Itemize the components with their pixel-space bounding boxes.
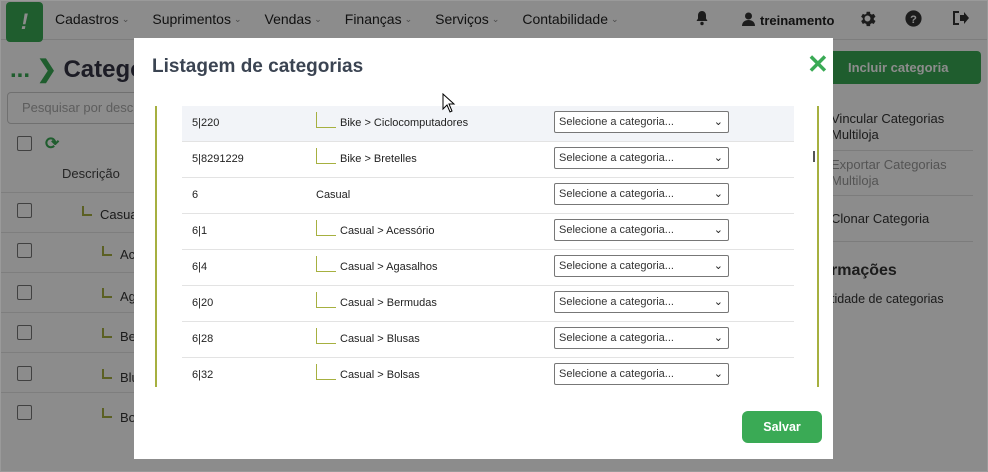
category-name: Casual > Bolsas: [340, 369, 420, 381]
select-value: Selecione a categoria...: [559, 152, 674, 164]
category-select[interactable]: Selecione a categoria... ⌄: [554, 183, 729, 205]
tree-branch-icon: [316, 148, 336, 164]
chevron-down-icon: ⌄: [713, 224, 723, 236]
tree-branch-icon: [316, 112, 336, 128]
category-table: 5|220 Bike > Ciclocomputadores Selecione…: [182, 106, 794, 387]
category-name: Bike > Bretelles: [340, 153, 417, 165]
category-code: 6|32: [192, 369, 214, 381]
category-name: Bike > Ciclocomputadores: [340, 117, 469, 129]
tree-branch-icon: [316, 292, 336, 308]
category-name: Casual > Agasalhos: [340, 261, 438, 273]
scroll-area-border: [155, 106, 157, 387]
close-icon[interactable]: ✕: [807, 51, 829, 77]
category-code: 5|220: [192, 117, 220, 129]
category-code: 6|1: [192, 225, 208, 237]
select-value: Selecione a categoria...: [559, 188, 674, 200]
category-select[interactable]: Selecione a categoria... ⌄: [554, 111, 729, 133]
category-name: Casual > Bermudas: [340, 297, 437, 309]
select-value: Selecione a categoria...: [559, 368, 674, 380]
chevron-down-icon: ⌄: [713, 332, 723, 344]
category-select[interactable]: Selecione a categoria... ⌄: [554, 147, 729, 169]
tree-branch-icon: [316, 328, 336, 344]
category-select[interactable]: Selecione a categoria... ⌄: [554, 291, 729, 313]
mouse-cursor-icon: [442, 93, 456, 113]
category-code: 6|20: [192, 297, 214, 309]
chevron-down-icon: ⌄: [713, 188, 723, 200]
category-code: 6: [192, 189, 199, 201]
table-row: 6|28 Casual > Blusas Selecione a categor…: [182, 322, 794, 358]
select-value: Selecione a categoria...: [559, 224, 674, 236]
tree-branch-icon: [316, 220, 336, 236]
category-select[interactable]: Selecione a categoria... ⌄: [554, 255, 729, 277]
category-list-modal: Listagem de categorias ✕ 5|220 Bike > Ci…: [134, 38, 833, 459]
category-code: 6|28: [192, 333, 214, 345]
select-value: Selecione a categoria...: [559, 116, 674, 128]
tree-branch-icon: [316, 364, 336, 380]
category-select[interactable]: Selecione a categoria... ⌄: [554, 219, 729, 241]
category-name: Casual > Blusas: [340, 333, 420, 345]
table-row: 6|1 Casual > Acessório Selecione a categ…: [182, 214, 794, 250]
save-button-label: Salvar: [763, 420, 801, 434]
scrollbar-thumb[interactable]: [813, 151, 815, 162]
select-value: Selecione a categoria...: [559, 332, 674, 344]
select-value: Selecione a categoria...: [559, 260, 674, 272]
table-row: 6|32 Casual > Bolsas Selecione a categor…: [182, 358, 794, 387]
chevron-down-icon: ⌄: [713, 116, 723, 128]
category-name: Casual > Acessório: [340, 225, 435, 237]
chevron-down-icon: ⌄: [713, 296, 723, 308]
table-row: 6|4 Casual > Agasalhos Selecione a categ…: [182, 250, 794, 286]
tree-branch-icon: [316, 256, 336, 272]
category-select[interactable]: Selecione a categoria... ⌄: [554, 327, 729, 349]
category-code: 6|4: [192, 261, 208, 273]
scroll-area-border: [817, 106, 819, 387]
modal-title: Listagem de categorias: [152, 56, 364, 77]
category-select[interactable]: Selecione a categoria... ⌄: [554, 363, 729, 385]
table-row: 5|220 Bike > Ciclocomputadores Selecione…: [182, 106, 794, 142]
save-button[interactable]: Salvar: [742, 411, 822, 443]
table-row: 6 Casual Selecione a categoria... ⌄: [182, 178, 794, 214]
select-value: Selecione a categoria...: [559, 296, 674, 308]
chevron-down-icon: ⌄: [713, 260, 723, 272]
category-name: Casual: [316, 189, 351, 201]
chevron-down-icon: ⌄: [713, 152, 723, 164]
chevron-down-icon: ⌄: [713, 368, 723, 380]
category-code: 5|8291229: [192, 153, 244, 165]
table-row: 6|20 Casual > Bermudas Selecione a categ…: [182, 286, 794, 322]
table-row: 5|8291229 Bike > Bretelles Selecione a c…: [182, 142, 794, 178]
